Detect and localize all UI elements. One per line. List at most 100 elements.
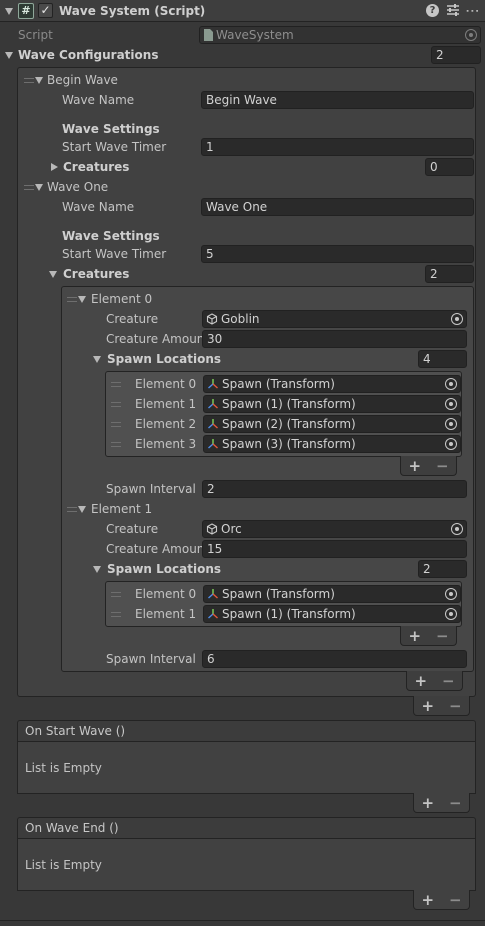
wave-item-0-creatures-label[interactable]: Creatures: [63, 157, 129, 177]
creature-1-foldout-arrow[interactable]: [78, 506, 86, 513]
creature-0-object-picker-icon[interactable]: [451, 313, 463, 325]
wave-configurations-count[interactable]: 2: [431, 46, 481, 64]
creatures-add-button[interactable]: +: [414, 673, 427, 688]
creature-1-spawn-0-value: Spawn (Transform): [222, 587, 335, 601]
prefab-cube-icon: [206, 313, 218, 325]
creature-1-spawn-label[interactable]: Spawn Locations: [107, 559, 221, 579]
context-menu-icon[interactable]: ⋮: [464, 3, 480, 17]
wave-item-0-title[interactable]: Begin Wave: [47, 70, 118, 90]
creature-0-spawn-3-drag-handle[interactable]: [111, 442, 121, 447]
wave-item-1-drag-handle[interactable]: [24, 185, 34, 190]
creature-1-spawn-1-value: Spawn (1) (Transform): [222, 607, 356, 621]
on-wave-end-remove-button[interactable]: −: [449, 892, 462, 907]
creature-1-interval-input[interactable]: 6: [202, 650, 467, 668]
prefab-cube-icon: [206, 523, 218, 535]
on-wave-end-header: On Wave End (): [17, 817, 476, 839]
wave-item-1-creatures-count[interactable]: 2: [425, 265, 474, 283]
wave-item-0-creatures-foldout-arrow[interactable]: [51, 163, 58, 171]
on-start-wave-remove-button[interactable]: −: [449, 795, 462, 810]
transform-icon: [207, 398, 219, 410]
creature-1-spawn-0-drag-handle[interactable]: [111, 592, 121, 597]
creature-0-creature-label: Creature: [106, 312, 159, 326]
creature-1-amount-input[interactable]: 15: [202, 540, 467, 558]
creature-0-spawn-3-field[interactable]: Spawn (3) (Transform): [203, 435, 461, 453]
wave-item-0-creatures-count[interactable]: 0: [425, 158, 474, 176]
on-start-wave-empty-text: List is Empty: [25, 761, 102, 775]
wave-item-1-creatures-label[interactable]: Creatures: [63, 264, 129, 284]
transform-icon: [207, 378, 219, 390]
help-icon[interactable]: ?: [426, 4, 439, 17]
creature-0-spawn-1-value: Spawn (1) (Transform): [222, 397, 356, 411]
creature-0-spawn-3-picker-icon[interactable]: [445, 438, 457, 450]
on-wave-end-footer: + −: [413, 890, 470, 910]
creature-1-spawn-1-picker-icon[interactable]: [445, 608, 457, 620]
creature-1-spawn-add-button[interactable]: +: [408, 628, 421, 643]
creature-1-spawn-count[interactable]: 2: [418, 560, 467, 578]
creature-0-spawn-label[interactable]: Spawn Locations: [107, 349, 221, 369]
on-wave-end-add-button[interactable]: +: [421, 892, 434, 907]
presets-icon[interactable]: [446, 3, 460, 17]
on-start-wave-header: On Start Wave (): [17, 720, 476, 742]
creature-0-spawn-3-value: Spawn (3) (Transform): [222, 437, 356, 451]
creature-1-spawn-foldout-arrow[interactable]: [93, 566, 101, 573]
creatures-remove-button[interactable]: −: [442, 673, 455, 688]
component-foldout-arrow[interactable]: [5, 8, 13, 15]
wave-item-1-name-input[interactable]: Wave One: [201, 198, 474, 216]
wave-item-1-foldout-arrow[interactable]: [35, 184, 43, 191]
creature-0-spawn-2-drag-handle[interactable]: [111, 422, 121, 427]
creature-1-creature-field[interactable]: Orc: [202, 520, 467, 538]
creature-1-spawn-0-picker-icon[interactable]: [445, 588, 457, 600]
wave-item-1-creatures-foldout-arrow[interactable]: [49, 271, 57, 278]
wave-configurations-foldout-arrow[interactable]: [5, 52, 13, 59]
wave-item-0-foldout-arrow[interactable]: [35, 77, 43, 84]
creature-1-drag-handle[interactable]: [67, 507, 77, 512]
creature-1-spawn-1-drag-handle[interactable]: [111, 612, 121, 617]
wave-item-0-timer-input[interactable]: 1: [201, 138, 474, 156]
creature-0-spawn-2-field[interactable]: Spawn (2) (Transform): [203, 415, 461, 433]
creature-1-spawn-1-field[interactable]: Spawn (1) (Transform): [203, 605, 461, 623]
wave-item-1-timer-input[interactable]: 5: [201, 245, 474, 263]
creature-0-interval-input[interactable]: 2: [202, 480, 467, 498]
creature-0-drag-handle[interactable]: [67, 297, 77, 302]
on-wave-end-body: List is Empty: [17, 839, 476, 891]
wave-configurations-add-button[interactable]: +: [421, 698, 434, 713]
wave-item-1-title[interactable]: Wave One: [47, 177, 108, 197]
script-picker-icon: [465, 29, 477, 41]
creature-1-interval-label: Spawn Interval: [106, 652, 196, 666]
creature-1-spawn-remove-button[interactable]: −: [436, 628, 449, 643]
creature-0-creature-field[interactable]: Goblin: [202, 310, 467, 328]
transform-icon: [207, 588, 219, 600]
creature-0-spawn-remove-button[interactable]: −: [436, 458, 449, 473]
creature-0-title[interactable]: Element 0: [91, 289, 152, 309]
creature-0-foldout-arrow[interactable]: [78, 296, 86, 303]
creature-0-spawn-0-label: Element 0: [135, 377, 197, 391]
creature-0-spawn-add-button[interactable]: +: [408, 458, 421, 473]
script-field-value: WaveSystem: [216, 28, 294, 42]
creature-0-spawn-list-footer: + −: [400, 456, 457, 476]
script-hash-icon: #: [18, 3, 34, 19]
wave-item-0-name-input[interactable]: Begin Wave: [201, 91, 474, 109]
wave-configurations-remove-button[interactable]: −: [449, 698, 462, 713]
creature-1-title[interactable]: Element 1: [91, 499, 152, 519]
creature-0-spawn-0-field[interactable]: Spawn (Transform): [203, 375, 461, 393]
creature-0-spawn-3-label: Element 3: [135, 437, 197, 451]
creature-0-spawn-2-picker-icon[interactable]: [445, 418, 457, 430]
creature-0-spawn-1-field[interactable]: Spawn (1) (Transform): [203, 395, 461, 413]
wave-configurations-label[interactable]: Wave Configurations: [18, 45, 158, 65]
component-title: Wave System (Script): [59, 4, 206, 18]
creature-1-creature-label: Creature: [106, 522, 159, 536]
creature-0-spawn-foldout-arrow[interactable]: [93, 356, 101, 363]
on-start-wave-add-button[interactable]: +: [421, 795, 434, 810]
creature-0-spawn-2-value: Spawn (2) (Transform): [222, 417, 356, 431]
creature-1-spawn-0-field[interactable]: Spawn (Transform): [203, 585, 461, 603]
component-enabled-checkbox[interactable]: ✓: [38, 3, 53, 18]
creature-0-spawn-1-picker-icon[interactable]: [445, 398, 457, 410]
creature-1-object-picker-icon[interactable]: [451, 523, 463, 535]
creature-0-spawn-count[interactable]: 4: [418, 350, 467, 368]
creature-0-amount-input[interactable]: 30: [202, 330, 467, 348]
wave-item-0-drag-handle[interactable]: [24, 78, 34, 83]
creature-0-spawn-0-drag-handle[interactable]: [111, 382, 121, 387]
creature-0-spawn-1-drag-handle[interactable]: [111, 402, 121, 407]
script-field: WaveSystem: [199, 26, 481, 44]
creature-0-spawn-0-picker-icon[interactable]: [445, 378, 457, 390]
